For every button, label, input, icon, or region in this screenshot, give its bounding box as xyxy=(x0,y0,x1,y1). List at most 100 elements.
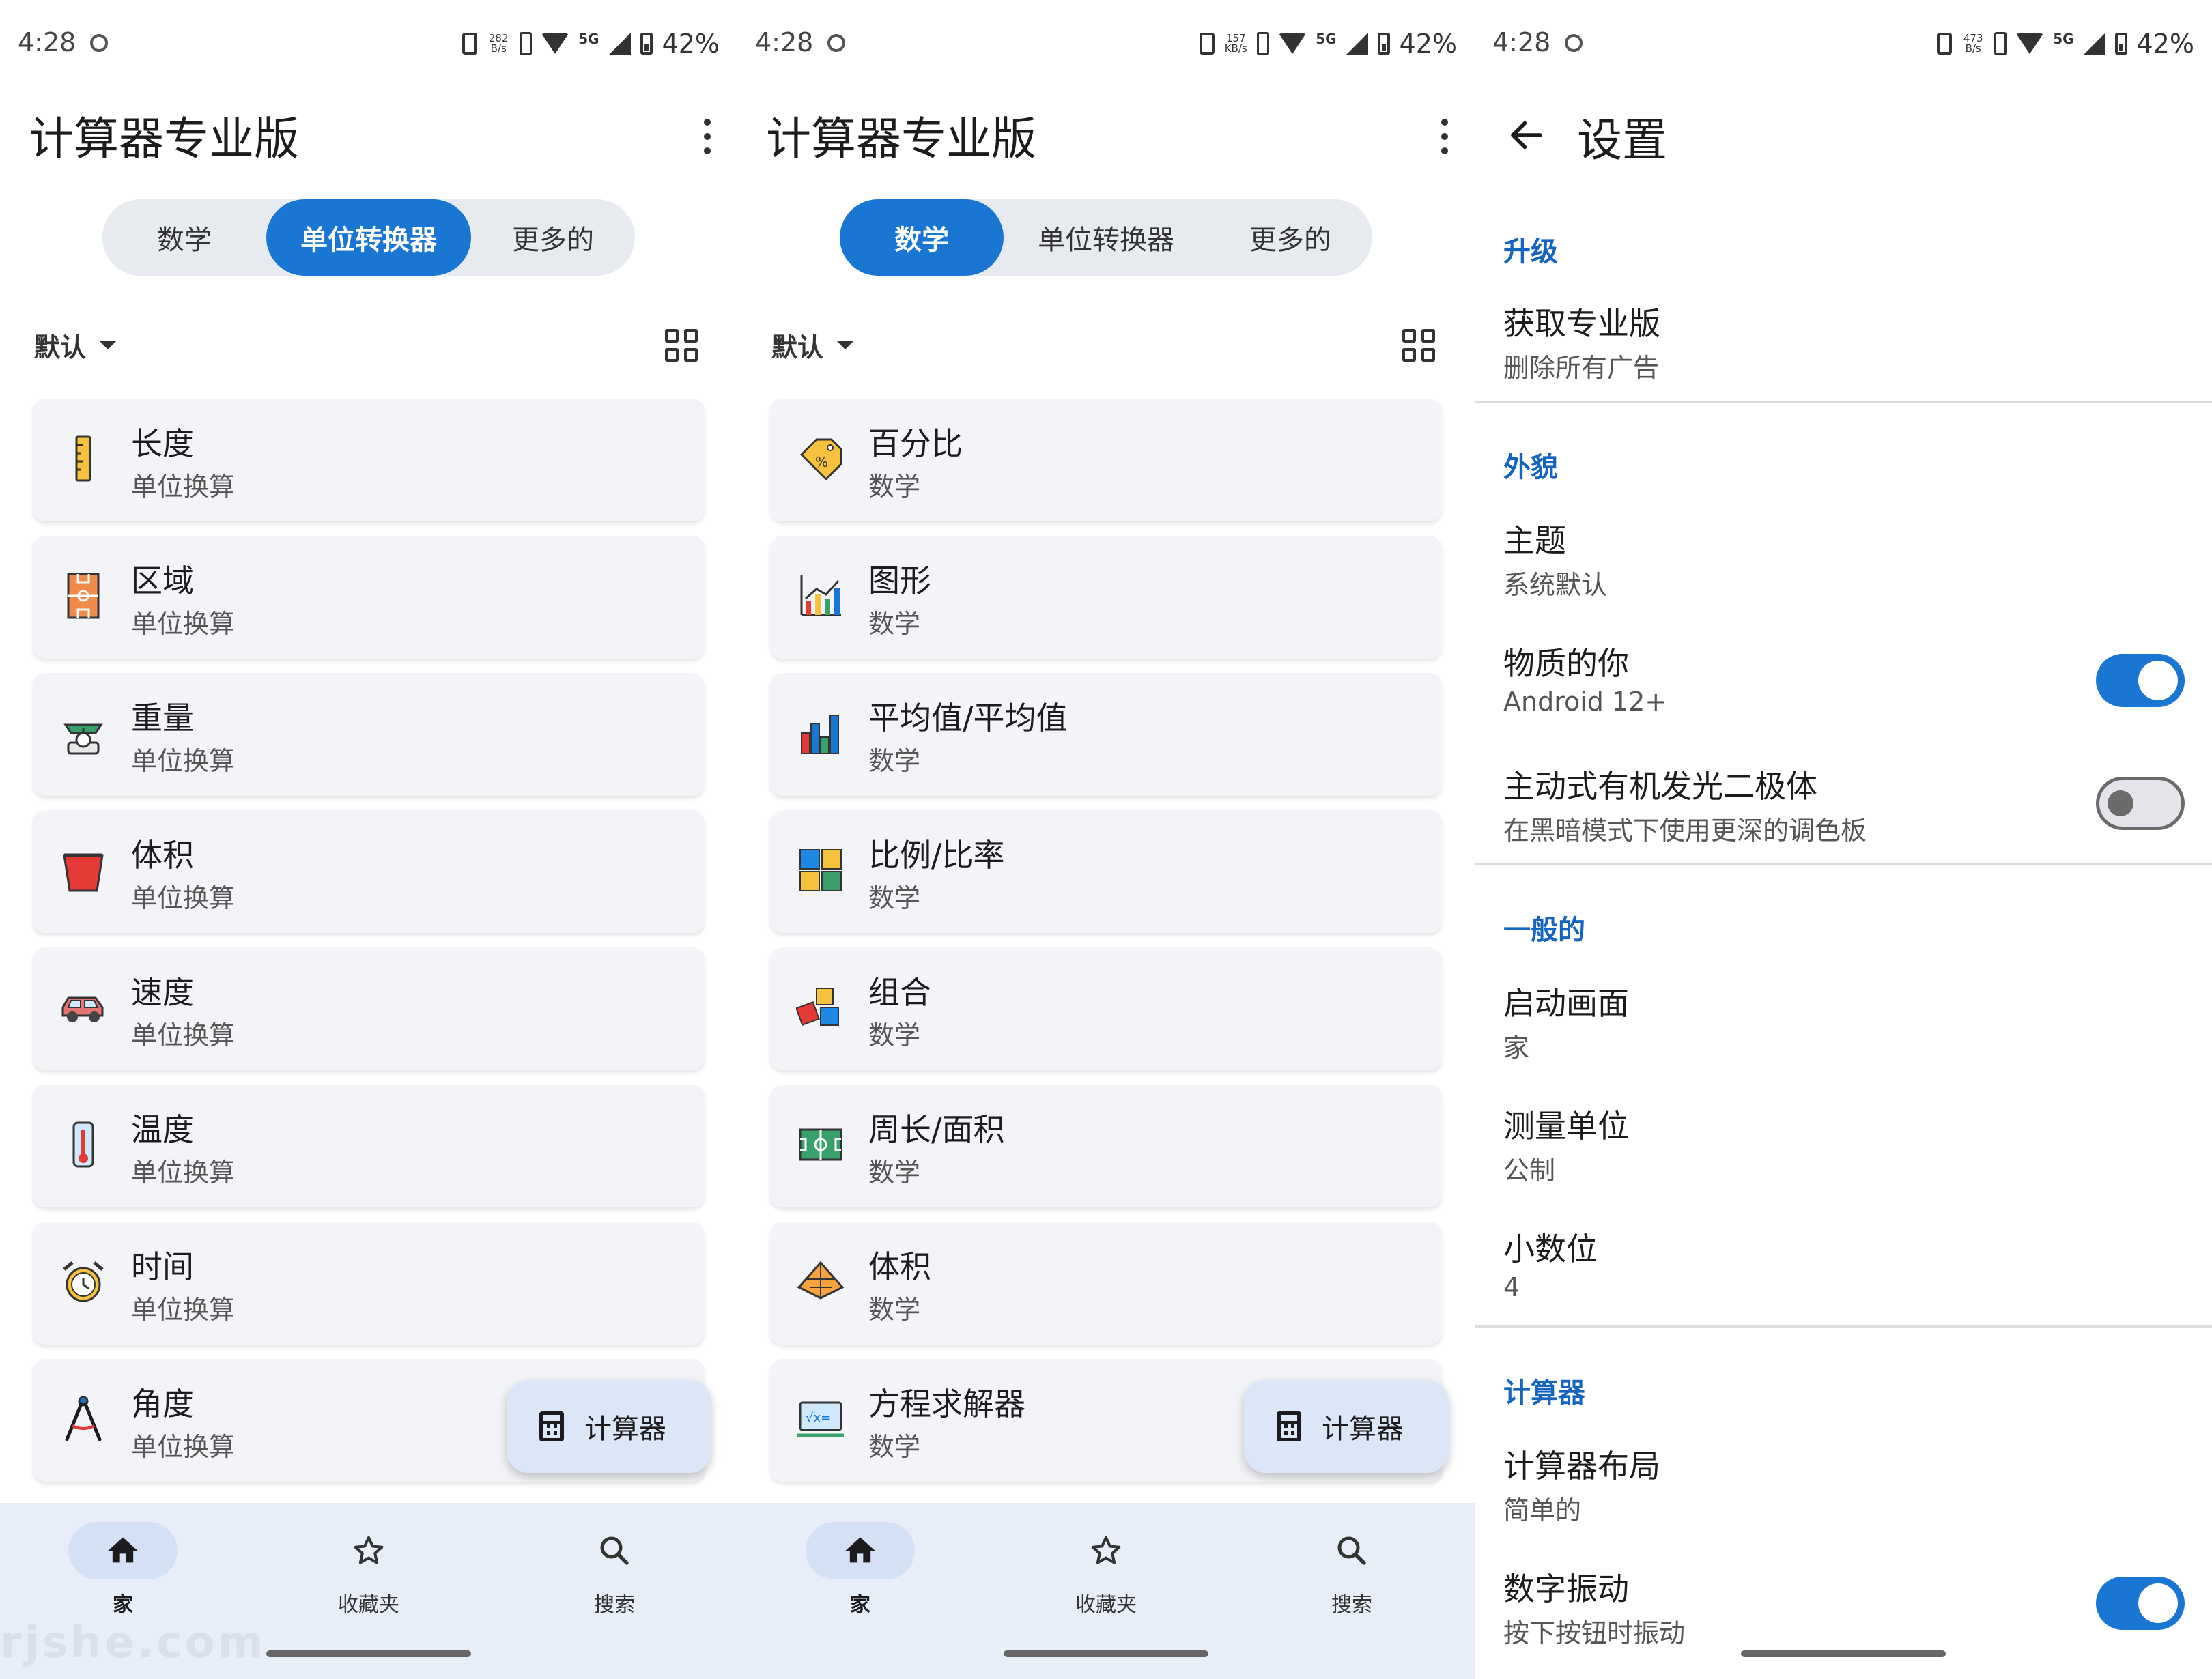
star-icon xyxy=(354,1536,384,1564)
caret-down-icon xyxy=(837,341,854,349)
network-type: 5G xyxy=(578,31,599,47)
gesture-handle[interactable] xyxy=(1741,1650,1946,1657)
list-item[interactable]: 周长/面积 数学 xyxy=(770,1085,1442,1207)
divider xyxy=(1475,1325,2212,1328)
item-subtitle: 单位换算 xyxy=(131,746,236,776)
list-item[interactable]: % 百分比 数学 xyxy=(770,399,1442,521)
nav-search-label: 搜索 xyxy=(1331,1593,1372,1617)
alarm-clock-icon xyxy=(63,1261,104,1302)
app-title: 计算器专业版 xyxy=(766,113,1036,165)
item-title: 组合 xyxy=(868,974,931,1011)
item-title: 时间 xyxy=(131,1248,194,1285)
item-title: 比例/比率 xyxy=(868,837,1005,874)
sort-dropdown[interactable]: 默认 xyxy=(771,326,854,364)
signal-icon xyxy=(608,33,631,55)
tab-unit-converter[interactable]: 单位转换器 xyxy=(1004,199,1208,276)
network-type: 5G xyxy=(1316,31,1337,47)
gesture-handle[interactable] xyxy=(1004,1650,1208,1657)
status-time: 4:28 xyxy=(755,27,814,57)
item-subtitle: 单位换算 xyxy=(131,472,236,502)
setting-title: 计算器布局 xyxy=(1503,1448,1660,1484)
setting-title: 小数位 xyxy=(1503,1231,1598,1267)
material-you-toggle[interactable] xyxy=(2096,654,2185,707)
star-icon xyxy=(1091,1536,1121,1564)
list-item[interactable]: 平均值/平均值 数学 xyxy=(770,673,1442,796)
tab-math[interactable]: 数学 xyxy=(102,199,266,276)
grid-view-icon[interactable] xyxy=(665,329,698,362)
calculator-fab[interactable]: 计算器 xyxy=(1244,1380,1449,1473)
setting-title: 启动画面 xyxy=(1503,985,1629,1022)
status-bar: 4:28 157 KB/s 5G 42% xyxy=(737,0,1475,89)
list-item[interactable]: 重量 单位换算 xyxy=(33,673,705,796)
compass-icon xyxy=(65,1396,102,1441)
screen-settings: 4:28 473 B/s 5G 42% 设置 升级 获取专业版 删除所有广告 外… xyxy=(1475,0,2212,1679)
field-area-icon xyxy=(67,573,100,619)
setting-subtitle: 系统默认 xyxy=(1503,570,1608,600)
grid-view-icon[interactable] xyxy=(1402,329,1435,362)
list-item[interactable]: 体积 数学 xyxy=(770,1222,1442,1345)
scale-icon xyxy=(63,723,103,755)
item-subtitle: 单位换算 xyxy=(131,1295,236,1325)
tab-more[interactable]: 更多的 xyxy=(1208,199,1372,276)
nav-favorites[interactable]: 收藏夹 xyxy=(1031,1522,1181,1618)
more-options-icon[interactable] xyxy=(1431,116,1458,157)
item-title: 图形 xyxy=(868,562,931,599)
tab-more[interactable]: 更多的 xyxy=(471,199,635,276)
nfc-icon xyxy=(1257,32,1270,55)
setting-subtitle: 简单的 xyxy=(1503,1495,1582,1525)
network-speed: 157 KB/s xyxy=(1224,32,1247,55)
list-item[interactable]: 组合 数学 xyxy=(770,947,1442,1070)
item-subtitle: 单位换算 xyxy=(131,1432,236,1462)
setting-subtitle: 在黑暗模式下使用更深的调色板 xyxy=(1503,816,1867,846)
tab-unit-converter[interactable]: 单位转换器 xyxy=(266,199,471,276)
list-item[interactable]: 长度 单位换算 xyxy=(33,399,705,521)
battery-percent: 42% xyxy=(1399,29,1457,59)
bar-chart-icon xyxy=(801,715,839,754)
nav-home[interactable]: 家 xyxy=(48,1522,198,1618)
screen-math: 4:28 157 KB/s 5G 42% 计算器专业版 数学 单位转换器 更多的… xyxy=(737,0,1475,1679)
tab-math[interactable]: 数学 xyxy=(840,199,1004,276)
setting-title: 主题 xyxy=(1503,522,1566,559)
category-tabs: 数学 单位转换器 更多的 xyxy=(102,199,635,276)
sort-dropdown[interactable]: 默认 xyxy=(34,326,117,364)
digit-vibration-toggle[interactable] xyxy=(2096,1577,2185,1630)
network-speed: 282 B/s xyxy=(488,32,509,55)
sync-icon xyxy=(827,34,845,52)
back-arrow-icon[interactable] xyxy=(1506,115,1547,156)
list-item[interactable]: 时间 单位换算 xyxy=(33,1222,705,1345)
equation-icon: √x= xyxy=(797,1401,844,1437)
pyramid-icon xyxy=(797,1261,845,1300)
nav-search[interactable]: 搜索 xyxy=(539,1522,690,1618)
section-upgrade: 升级 xyxy=(1503,236,1558,268)
calculator-fab[interactable]: 计算器 xyxy=(507,1380,711,1473)
settings-title: 设置 xyxy=(1577,114,1667,167)
nav-home[interactable]: 家 xyxy=(785,1522,935,1618)
signal-icon xyxy=(2083,33,2105,55)
list-item[interactable]: 温度 单位换算 xyxy=(33,1085,705,1207)
nav-search[interactable]: 搜索 xyxy=(1277,1522,1427,1618)
list-item[interactable]: 比例/比率 数学 xyxy=(770,810,1442,933)
perimeter-icon xyxy=(799,1128,842,1161)
divider xyxy=(1475,401,2212,403)
battery-percent: 42% xyxy=(2136,29,2194,59)
nav-search-label: 搜索 xyxy=(594,1593,635,1617)
list-item[interactable]: 体积 单位换算 xyxy=(33,810,705,933)
item-title: 角度 xyxy=(131,1386,194,1422)
list-item[interactable]: 速度 单位换算 xyxy=(33,947,705,1070)
home-icon xyxy=(845,1537,875,1563)
item-title: 区域 xyxy=(131,562,194,599)
section-appearance: 外貌 xyxy=(1503,452,1558,483)
amoled-toggle[interactable] xyxy=(2096,777,2185,830)
more-options-icon[interactable] xyxy=(694,116,721,157)
list-item[interactable]: 图形 数学 xyxy=(770,536,1442,659)
ruler-icon xyxy=(75,435,91,482)
item-subtitle: 单位换算 xyxy=(131,883,236,913)
wifi-icon xyxy=(541,33,569,54)
nav-favorites[interactable]: 收藏夹 xyxy=(294,1522,444,1618)
setting-subtitle: 4 xyxy=(1503,1272,1520,1302)
list-item[interactable]: 区域 单位换算 xyxy=(33,536,705,659)
item-subtitle: 数学 xyxy=(868,1158,921,1188)
gesture-handle[interactable] xyxy=(266,1650,471,1657)
vibrate-icon xyxy=(462,33,478,55)
battery-icon xyxy=(2114,33,2127,55)
